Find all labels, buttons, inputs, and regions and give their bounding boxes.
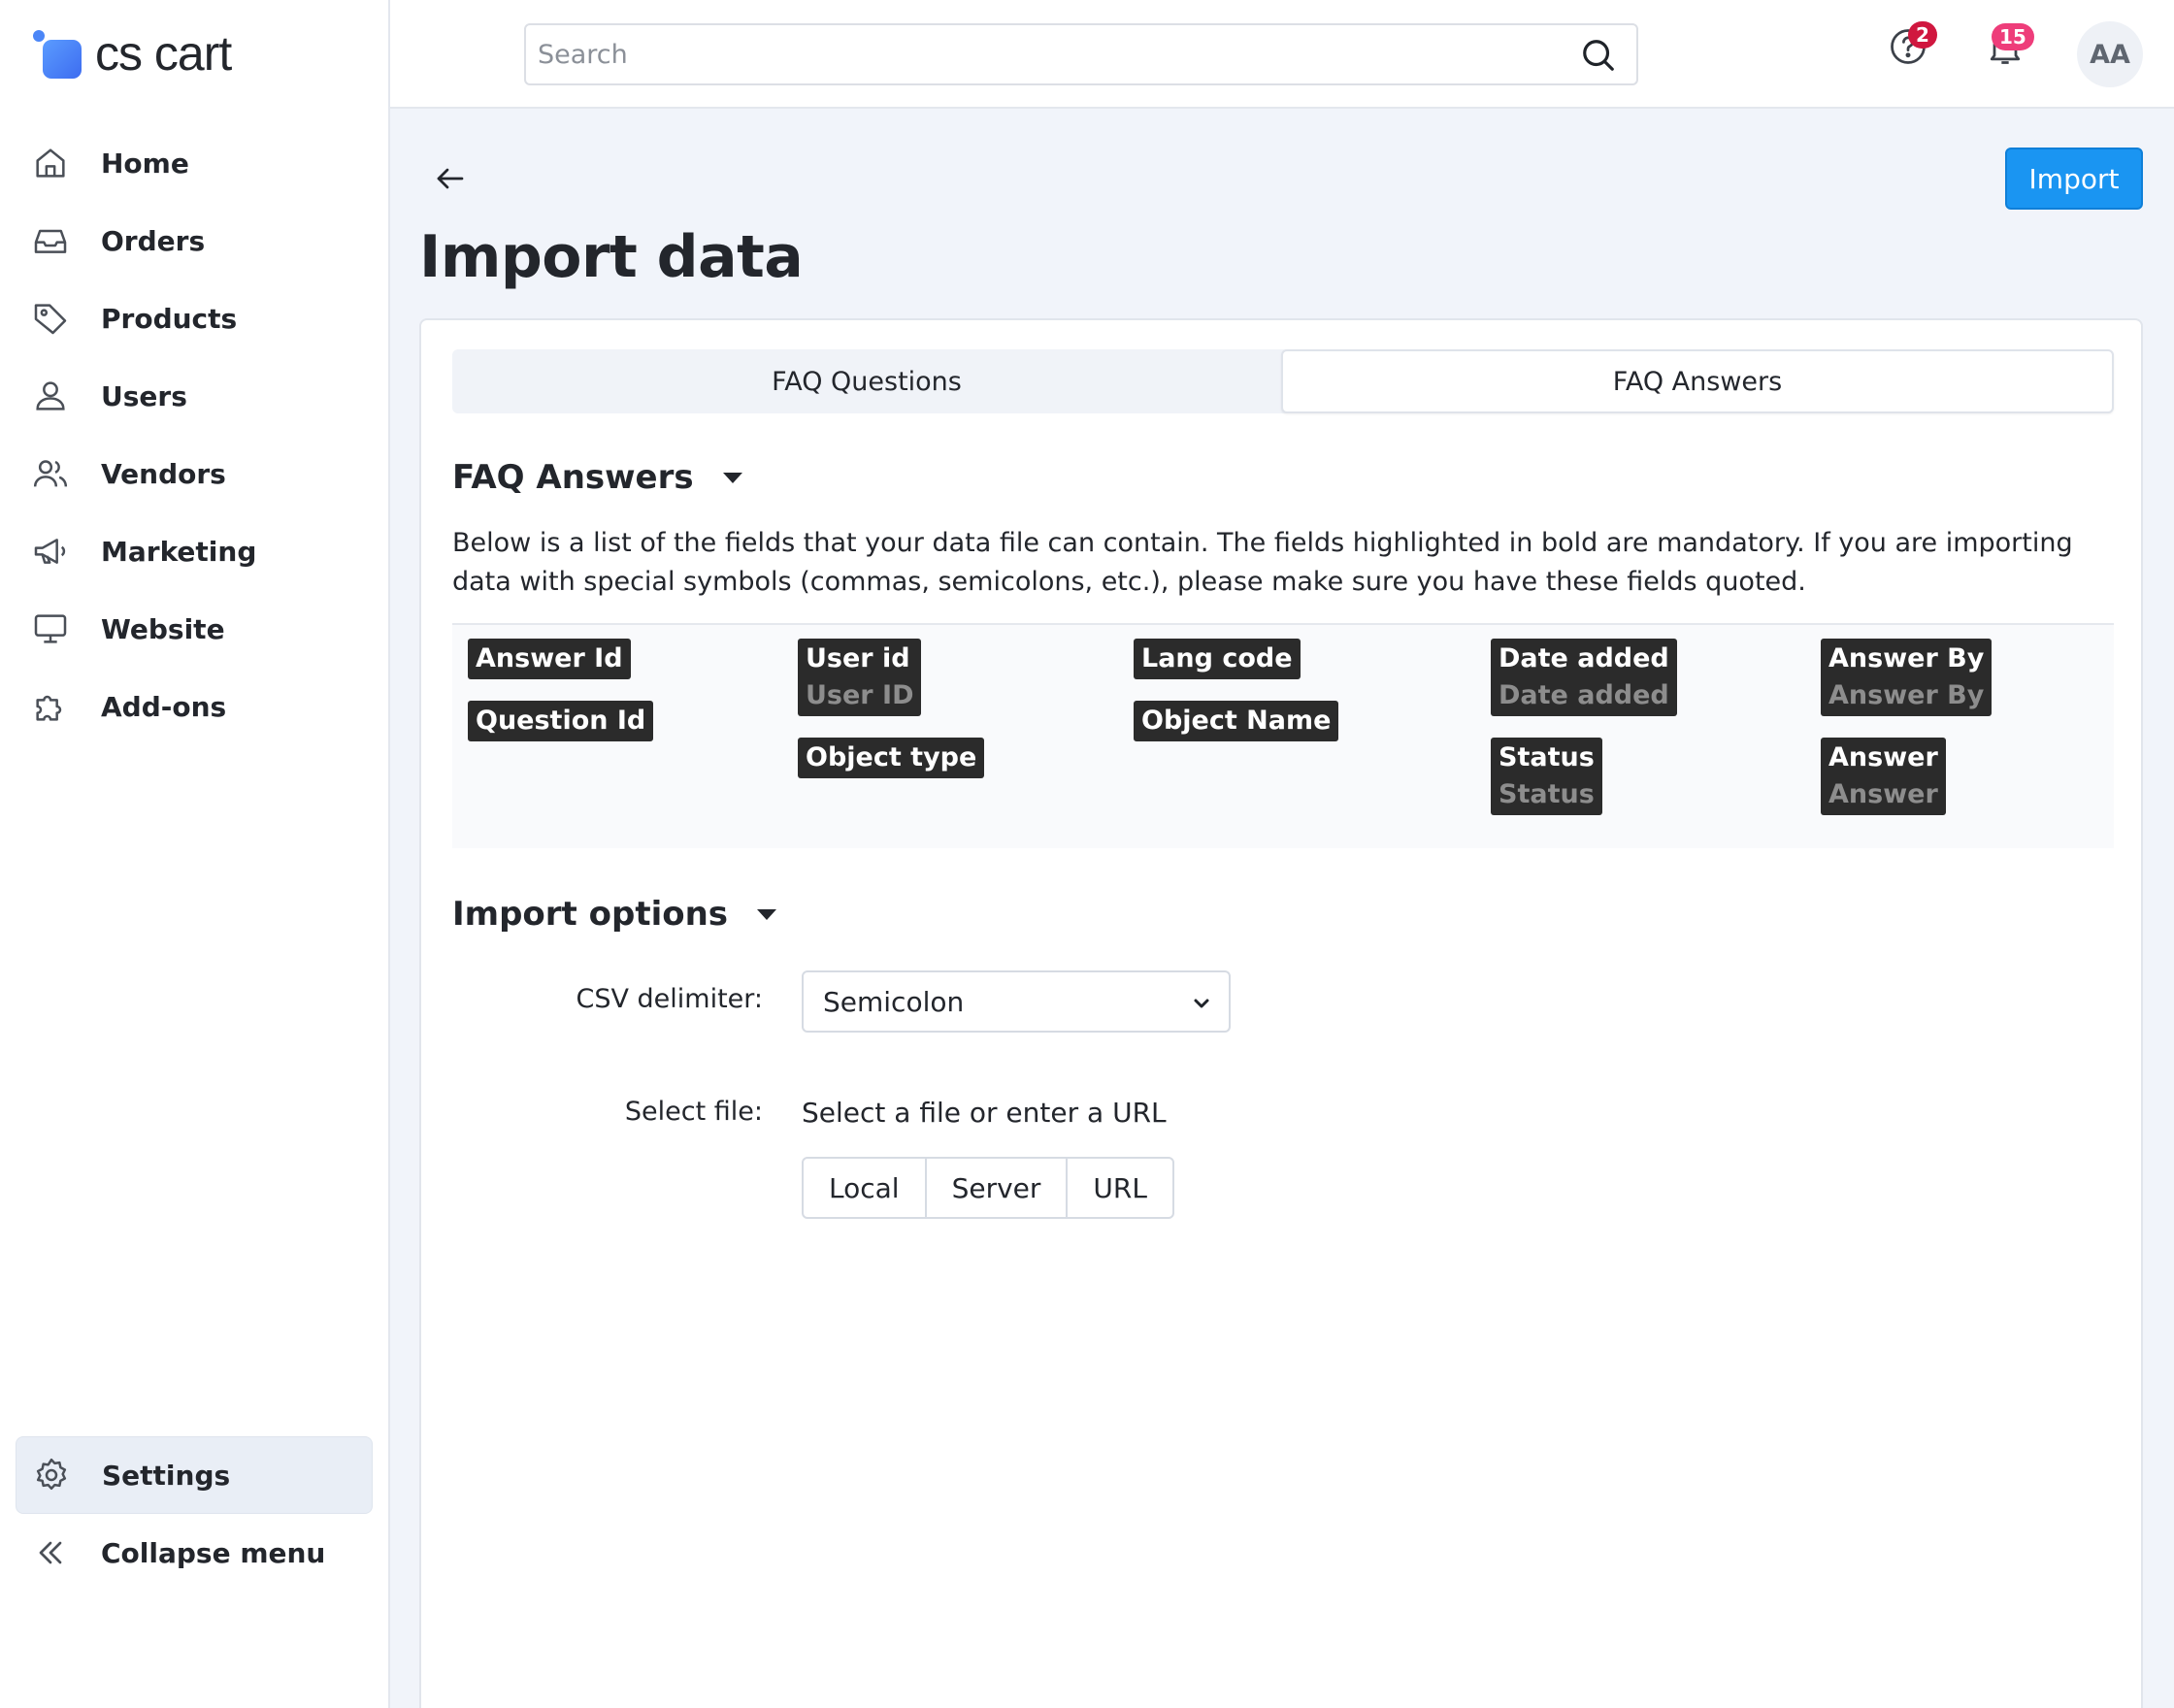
- fields-description: Below is a list of the fields that your …: [452, 528, 2073, 597]
- fields-column: User id User ID Object type: [798, 639, 985, 800]
- sidebar-item-label: Marketing: [101, 535, 257, 568]
- avatar[interactable]: AA: [2077, 21, 2143, 87]
- caret-down-icon: [722, 472, 742, 483]
- sidebar-item-settings[interactable]: Settings: [16, 1436, 373, 1514]
- field-tag: Answer Answer: [1821, 738, 1946, 815]
- field-tag: Question Id: [468, 701, 654, 741]
- notifications-button[interactable]: 15: [1984, 23, 2034, 68]
- tag-icon: [34, 304, 67, 335]
- monitor-icon: [34, 614, 67, 643]
- help-button[interactable]: 2: [1887, 21, 1937, 68]
- select-file-label: Select file:: [624, 1097, 763, 1127]
- section-title: FAQ Answers: [452, 458, 694, 497]
- double-chevron-left-icon: [39, 1541, 62, 1564]
- sidebar-item-label: Home: [101, 147, 189, 180]
- sidebar-item-label: Orders: [101, 224, 206, 257]
- sidebar-item-label: Users: [101, 379, 187, 412]
- file-source-server-button[interactable]: Server: [924, 1159, 1067, 1217]
- fields-column: Date added Date added Status Status: [1491, 639, 1677, 837]
- select-file-hint: Select a file or enter a URL: [802, 1097, 1167, 1129]
- sidebar-item-label: Website: [101, 612, 225, 645]
- section-title: Import options: [452, 895, 729, 934]
- field-tag: Answer By Answer By: [1821, 639, 1993, 716]
- sidebar-item-orders[interactable]: Orders: [16, 202, 375, 279]
- search-box: [524, 23, 1638, 85]
- sidebar-item-users[interactable]: Users: [16, 357, 375, 435]
- sidebar-item-add-ons[interactable]: Add-ons: [16, 668, 375, 745]
- notifications-badge: 15: [1992, 23, 2034, 50]
- import-card: FAQ Questions FAQ Answers FAQ Answers Be…: [419, 318, 2143, 1708]
- chevron-down-icon: [1194, 999, 1209, 1008]
- import-options-toggle[interactable]: Import options: [452, 895, 777, 934]
- sidebar-item-marketing[interactable]: Marketing: [16, 512, 375, 590]
- sidebar-item-vendors[interactable]: Vendors: [16, 435, 375, 512]
- puzzle-icon: [36, 695, 62, 721]
- sidebar-item-products[interactable]: Products: [16, 279, 375, 357]
- field-tag: Lang code: [1134, 639, 1301, 679]
- search-input[interactable]: [538, 25, 1547, 83]
- fields-column: Answer Id Question Id: [468, 639, 654, 763]
- csv-delimiter-select[interactable]: Semicolon: [802, 970, 1231, 1033]
- file-source-url-button[interactable]: URL: [1066, 1159, 1172, 1217]
- inbox-icon: [34, 229, 67, 253]
- tab-faq-answers[interactable]: FAQ Answers: [1281, 349, 2114, 413]
- user-icon: [36, 381, 65, 411]
- logo[interactable]: cs cart: [31, 19, 232, 87]
- top-header: 2 15 AA: [390, 0, 2174, 109]
- tab-faq-questions[interactable]: FAQ Questions: [452, 349, 1281, 413]
- cs-cart-logo-icon: [31, 26, 85, 81]
- file-source-group: Local Server URL: [802, 1157, 1174, 1219]
- main-nav: Home Orders Products Users Vendors Marke…: [16, 124, 375, 745]
- sidebar-item-label: Products: [101, 302, 238, 335]
- field-tag: Answer Id: [468, 639, 631, 679]
- tab-bar: FAQ Questions FAQ Answers: [452, 349, 2114, 413]
- fields-column: Answer By Answer By Answer Answer: [1821, 639, 1993, 837]
- fields-section-toggle[interactable]: FAQ Answers: [452, 458, 742, 497]
- field-tag: Status Status: [1491, 738, 1602, 815]
- sidebar-item-label: Collapse menu: [101, 1536, 326, 1569]
- sidebar: cs cart Home Orders Products Users Vendo…: [0, 0, 390, 1708]
- collapse-menu-button[interactable]: Collapse menu: [16, 1514, 373, 1592]
- sidebar-item-home[interactable]: Home: [16, 124, 375, 202]
- sidebar-bottom: Settings Collapse menu: [16, 1436, 373, 1592]
- field-tag: Object type: [798, 738, 985, 778]
- file-source-local-button[interactable]: Local: [804, 1159, 925, 1217]
- import-button[interactable]: Import: [2005, 148, 2143, 210]
- gear-icon: [36, 1458, 67, 1491]
- select-value: Semicolon: [823, 985, 965, 1018]
- logo-text: cs cart: [95, 26, 232, 81]
- search-icon[interactable]: [1580, 37, 1617, 74]
- field-tag: User id User ID: [798, 639, 922, 716]
- sidebar-item-website[interactable]: Website: [16, 590, 375, 668]
- field-tag: Date added Date added: [1491, 639, 1677, 716]
- caret-down-icon: [757, 908, 777, 920]
- page-title: Import data: [419, 223, 804, 291]
- sidebar-item-label: Vendors: [101, 457, 226, 490]
- users-icon: [33, 460, 68, 487]
- fields-column: Lang code Object Name: [1134, 639, 1339, 763]
- megaphone-icon: [34, 539, 66, 564]
- field-tag: Object Name: [1134, 701, 1339, 741]
- fields-list: Answer Id Question Id User id User ID Obj…: [452, 623, 2114, 848]
- sidebar-item-label: Add-ons: [101, 690, 227, 723]
- sidebar-item-label: Settings: [102, 1459, 231, 1492]
- arrow-left-icon[interactable]: [433, 161, 468, 196]
- home-icon: [36, 148, 65, 178]
- csv-delimiter-label: CSV delimiter:: [576, 984, 763, 1014]
- help-badge: 2: [1908, 21, 1937, 49]
